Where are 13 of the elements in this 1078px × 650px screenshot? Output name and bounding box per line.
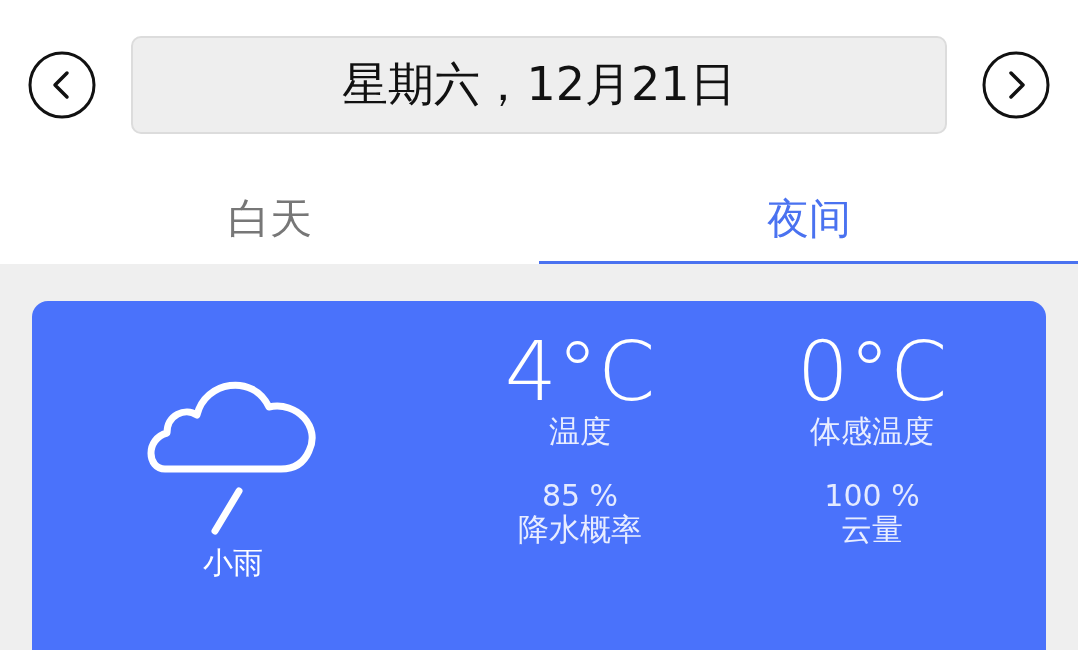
stat-value: 0°C xyxy=(796,331,948,413)
stat-label: 降水概率 xyxy=(518,511,642,549)
next-day-button[interactable] xyxy=(982,51,1050,119)
stat-label: 云量 xyxy=(841,511,903,549)
stat-value: 100 % xyxy=(824,481,920,511)
stat-value: 85 % xyxy=(541,481,619,511)
stat-label: 温度 xyxy=(549,413,611,451)
date-label: 星期六，12月21日 xyxy=(131,36,947,134)
stat-value: 4°C xyxy=(504,331,656,413)
tab[interactable]: 白天 xyxy=(0,176,539,264)
stat-label: 体感温度 xyxy=(810,413,934,451)
previous-day-button[interactable] xyxy=(28,51,96,119)
condition-label: 小雨 xyxy=(203,544,263,582)
